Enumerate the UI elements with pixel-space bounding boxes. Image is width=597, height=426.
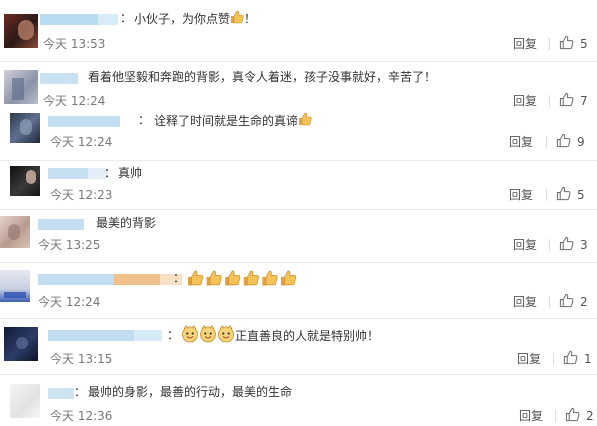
comment-text: 正直善良的人就是特别帅！	[181, 325, 379, 348]
avatar[interactable]	[10, 384, 40, 418]
username-blurred[interactable]	[48, 386, 74, 400]
like-button[interactable]: 1	[563, 350, 592, 369]
row-divider	[0, 374, 597, 375]
reply-button[interactable]: 回复	[513, 294, 537, 310]
comment-text: 诠释了时间就是生命的真谛	[154, 112, 312, 131]
comment-text: 小伙子，为你点赞！	[134, 10, 256, 29]
like-count: 2	[586, 409, 594, 423]
avatar[interactable]	[10, 113, 40, 143]
timestamp: 今天 13:25	[38, 238, 101, 252]
like-count: 1	[584, 352, 592, 366]
smiling-face-emoji-icon	[181, 325, 235, 348]
row-divider	[0, 61, 597, 62]
avatar[interactable]	[10, 166, 40, 196]
avatar[interactable]	[4, 70, 38, 104]
row-divider	[0, 160, 597, 161]
username-blurred[interactable]	[38, 217, 84, 231]
reply-button[interactable]: 回复	[517, 351, 541, 367]
thumbs-up-emoji-icon	[230, 10, 244, 29]
divider	[549, 95, 550, 107]
thumbs-up-emoji-icon	[298, 112, 312, 131]
divider	[549, 296, 550, 308]
row-divider	[0, 318, 597, 319]
timestamp: 今天 12:24	[43, 94, 106, 108]
divider	[549, 38, 550, 50]
reply-button[interactable]: 回复	[509, 134, 533, 150]
comment-text: 真帅	[118, 166, 143, 180]
like-count: 3	[580, 238, 588, 252]
like-button[interactable]: 2	[559, 293, 588, 312]
thumbs-up-icon	[563, 350, 578, 369]
thumbs-up-emoji-icon	[187, 269, 299, 292]
timestamp: 今天 12:24	[50, 135, 113, 149]
like-count: 5	[580, 37, 588, 51]
divider	[549, 239, 550, 251]
timestamp: 今天 12:24	[38, 295, 101, 309]
username-blurred[interactable]	[40, 12, 118, 26]
like-count: 7	[580, 94, 588, 108]
divider	[546, 189, 547, 201]
reply-button[interactable]: 回复	[519, 408, 543, 424]
like-button[interactable]: 2	[565, 407, 594, 426]
thumbs-up-icon	[559, 236, 574, 255]
timestamp: 今天 13:53	[43, 37, 106, 51]
reply-button[interactable]: 回复	[513, 237, 537, 253]
thumbs-up-icon	[565, 407, 580, 426]
like-count: 2	[580, 295, 588, 309]
avatar[interactable]	[4, 14, 38, 48]
divider	[546, 136, 547, 148]
reply-button[interactable]: 回复	[513, 93, 537, 109]
avatar[interactable]	[0, 216, 30, 248]
divider	[553, 353, 554, 365]
like-button[interactable]: 9	[556, 133, 585, 152]
thumbs-up-icon	[559, 293, 574, 312]
like-button[interactable]: 5	[556, 186, 585, 205]
timestamp: 今天 13:15	[50, 352, 113, 366]
comment-text: 最美的背影	[96, 216, 157, 230]
like-button[interactable]: 7	[559, 92, 588, 111]
timestamp: 今天 12:36	[50, 409, 113, 423]
divider	[555, 410, 556, 422]
comment-text	[187, 269, 299, 292]
username-blurred[interactable]	[38, 272, 182, 286]
username-blurred[interactable]	[48, 166, 108, 180]
username-blurred[interactable]	[48, 328, 162, 342]
thumbs-up-icon	[559, 35, 574, 54]
reply-button[interactable]: 回复	[509, 187, 533, 203]
row-divider	[0, 262, 597, 263]
avatar[interactable]	[0, 270, 30, 302]
row-divider	[0, 209, 597, 210]
reply-button[interactable]: 回复	[513, 36, 537, 52]
username-blurred[interactable]	[48, 114, 120, 128]
thumbs-up-icon	[559, 92, 574, 111]
avatar[interactable]	[4, 327, 38, 361]
like-button[interactable]: 3	[559, 236, 588, 255]
username-blurred[interactable]	[40, 71, 78, 85]
comment-text: 看着他坚毅和奔跑的背影，真令人着迷，孩子没事就好，辛苦了！	[88, 70, 437, 84]
like-count: 5	[577, 188, 585, 202]
comment-text: 最帅的身影，最善的行动，最美的生命	[88, 385, 293, 399]
thumbs-up-icon	[556, 186, 571, 205]
like-button[interactable]: 5	[559, 35, 588, 54]
like-count: 9	[577, 135, 585, 149]
timestamp: 今天 12:23	[50, 188, 113, 202]
thumbs-up-icon	[556, 133, 571, 152]
